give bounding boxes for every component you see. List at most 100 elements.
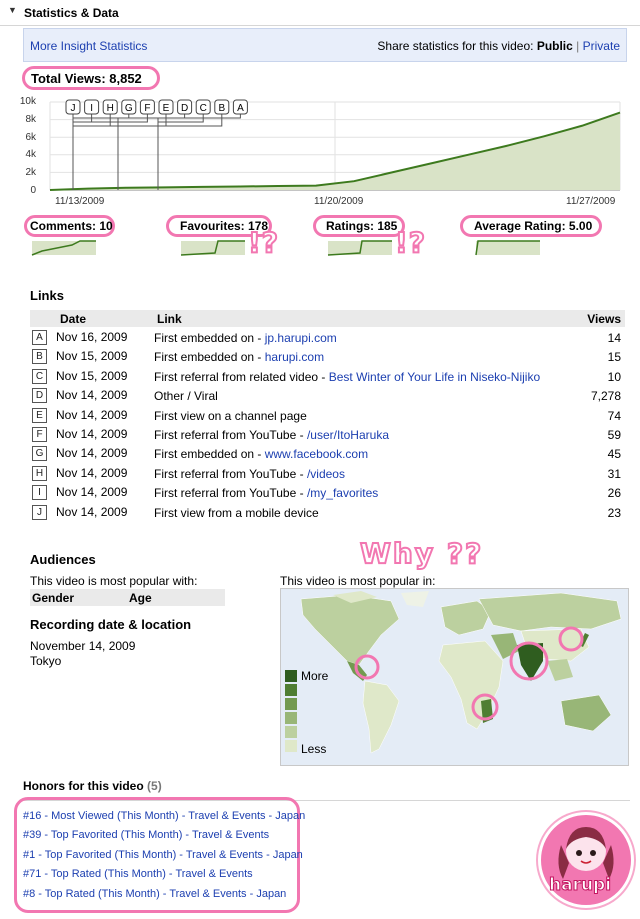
row-link-cell: First embedded on - jp.harupi.com [154, 331, 337, 345]
x-tick: 11/13/2009 [55, 196, 105, 207]
row-link-text: First referral from YouTube - [154, 466, 307, 481]
honors-count: (5) [147, 779, 162, 793]
row-link-text: Other / Viral [154, 389, 218, 404]
row-date: Nov 15, 2009 [56, 368, 128, 383]
marker-label: A [237, 103, 244, 114]
row-link-cell: First view on a channel page [154, 409, 307, 423]
marker-connector [157, 114, 223, 190]
row-views: 14 [607, 331, 621, 345]
links-title: Links [30, 288, 64, 303]
honor-link[interactable]: #1 - Top Favorited (This Month) - Travel… [23, 849, 303, 861]
world-map[interactable] [280, 588, 629, 766]
row-marker: G [32, 446, 47, 462]
table-row: J Nov 14, 2009 First view from a mobile de… [30, 503, 625, 522]
row-link-cell: Other / Viral [154, 389, 218, 403]
marker-connector [72, 114, 130, 190]
marker-connector [157, 114, 241, 190]
x-tick: 11/27/2009 [566, 196, 616, 207]
marker-label: C [200, 103, 207, 114]
row-marker: B [32, 349, 47, 365]
marker-label: G [125, 103, 133, 114]
marker-label: D [181, 103, 188, 114]
marker-connector [117, 114, 186, 190]
row-date: Nov 14, 2009 [56, 504, 128, 519]
row-views: 7,278 [590, 389, 621, 404]
world-map-graphic [300, 591, 622, 754]
row-marker: C [32, 368, 47, 384]
row-marker: E [32, 407, 47, 423]
table-row: F Nov 14, 2009 First referral from YouTube… [30, 425, 625, 444]
row-views: 59 [607, 428, 621, 442]
table-row: D Nov 14, 2009 Other / Viral 7,278 [30, 386, 625, 405]
honor-link[interactable]: #39 - Top Favorited (This Month) - Trave… [23, 829, 269, 841]
honor-link[interactable]: #71 - Top Rated (This Month) - Travel & … [23, 868, 253, 880]
marker-label: E [163, 103, 170, 114]
row-date: Nov 15, 2009 [56, 349, 128, 364]
row-link-cell: First referral from YouTube - /my_favori… [154, 486, 378, 500]
logo-text: harupi [548, 875, 612, 896]
row-link[interactable]: harupi.com [265, 350, 324, 364]
row-views: 26 [607, 486, 621, 501]
row-marker: H [32, 465, 47, 481]
table-row: B Nov 15, 2009 First embedded on - harupi.… [30, 347, 625, 366]
why-annotation: Why ?? [359, 536, 484, 571]
marker-label: B [218, 103, 225, 114]
marker-label: I [90, 103, 93, 114]
row-date: Nov 14, 2009 [56, 407, 128, 422]
row-date: Nov 14, 2009 [56, 465, 128, 480]
links-table-header: Date Link Views [30, 310, 625, 327]
marker-label: F [144, 103, 150, 114]
row-link-cell: First embedded on - www.facebook.com [154, 447, 368, 461]
sparklines [31, 240, 540, 256]
audiences-title: Audiences [30, 552, 96, 567]
col-link: Link [157, 312, 182, 326]
row-marker: A [32, 330, 47, 345]
exclamation-mark: !? [247, 225, 280, 260]
average-rating-stat: Average Rating: 5.00 [474, 219, 593, 233]
row-link[interactable]: /videos [307, 467, 345, 481]
table-row: H Nov 14, 2009 First referral from YouTube… [30, 464, 625, 483]
table-row: G Nov 14, 2009 First embedded on - www.fac… [30, 444, 625, 463]
harupi-logo: harupi [538, 812, 634, 908]
marker-connector [72, 114, 93, 190]
table-row: C Nov 15, 2009 First referral from related… [30, 367, 625, 386]
marker-label: J [71, 103, 76, 114]
legend-swatch [285, 740, 297, 752]
marker-label: H [107, 103, 114, 114]
row-link[interactable]: Best Winter of Your Life in Niseko-Nijik… [329, 370, 540, 384]
row-views: 74 [607, 408, 621, 423]
table-row: A Nov 16, 2009 First embedded on - jp.haru… [30, 328, 625, 347]
row-marker: D [32, 388, 47, 404]
row-views: 10 [607, 369, 621, 384]
row-link-text: First referral from YouTube - [154, 428, 307, 442]
recording-location: Tokyo [30, 654, 62, 668]
x-tick: 11/20/2009 [314, 196, 364, 207]
exclamation-mark: !? [394, 225, 427, 260]
row-marker: F [32, 427, 47, 442]
row-link-text: First embedded on - [154, 447, 265, 462]
row-link[interactable]: /my_favorites [307, 486, 378, 500]
row-link[interactable]: www.facebook.com [265, 447, 368, 461]
legend-swatch [285, 684, 297, 696]
legend-swatch [285, 712, 297, 724]
legend-swatch [285, 726, 297, 738]
honor-link[interactable]: #16 - Most Viewed (This Month) - Travel … [23, 810, 305, 822]
row-link[interactable]: jp.harupi.com [265, 331, 337, 345]
row-link-text: First view from a mobile device [154, 505, 319, 520]
row-views: 45 [607, 447, 621, 462]
honor-link[interactable]: #8 - Top Rated (This Month) - Travel & E… [23, 888, 286, 900]
recording-date: November 14, 2009 [30, 639, 136, 653]
row-link-text: First referral from related video - [154, 369, 329, 384]
row-link-text: First referral from YouTube - [154, 486, 307, 501]
row-link-text: First embedded on - [154, 350, 265, 365]
row-date: Nov 14, 2009 [56, 427, 128, 441]
row-link[interactable]: /user/ItoHaruka [307, 428, 389, 442]
views-chart: J I HGF ED CB A [49, 99, 621, 191]
legend-less: Less [301, 742, 327, 756]
row-views: 31 [607, 466, 621, 481]
row-link-cell: First referral from related video - Best… [154, 370, 540, 384]
audiences-subtitle: This video is most popular with: [30, 574, 198, 588]
honors-title: Honors for this video [23, 779, 144, 793]
row-link-cell: First view from a mobile device [154, 506, 319, 520]
recording-title: Recording date & location [30, 617, 192, 632]
